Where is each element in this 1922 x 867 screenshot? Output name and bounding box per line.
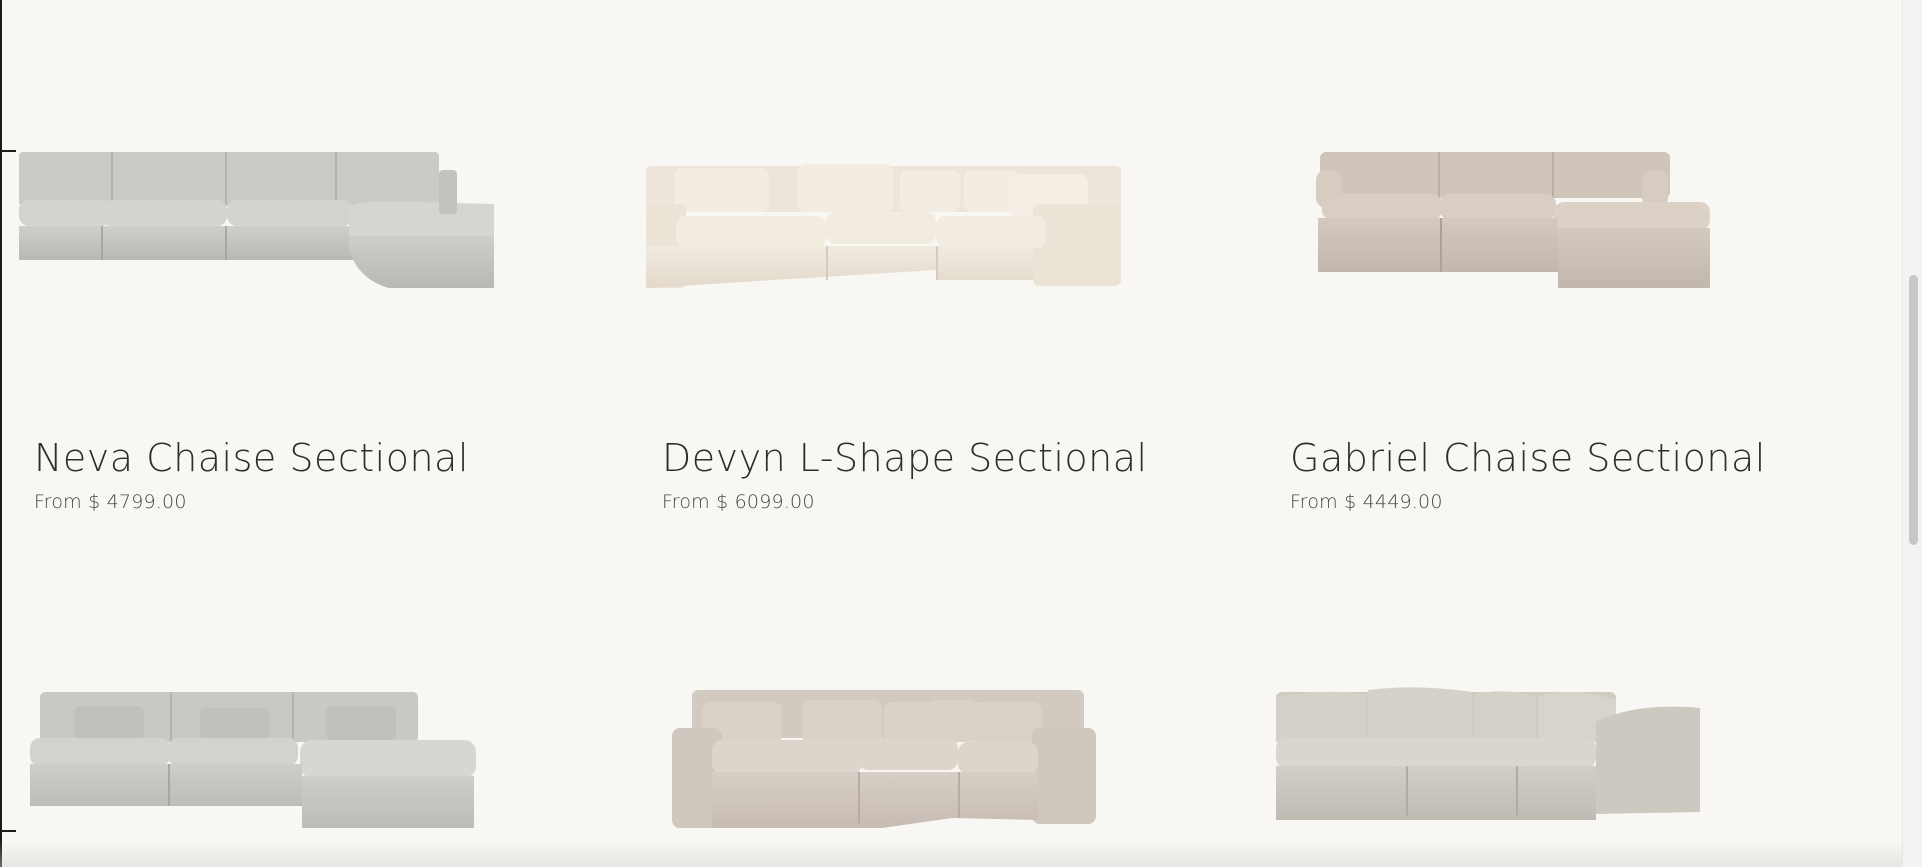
sofa-image — [19, 152, 494, 288]
product-image-devyn[interactable] — [646, 160, 1121, 290]
left-edge-tick — [0, 830, 16, 832]
product-title[interactable]: Devyn L-Shape Sectional — [662, 436, 1148, 480]
product-price: From $ 6099.00 — [662, 491, 815, 513]
sofa-image — [30, 692, 476, 828]
product-image-row2-1[interactable] — [30, 690, 480, 830]
product-title[interactable]: Gabriel Chaise Sectional — [1290, 436, 1766, 480]
product-title[interactable]: Neva Chaise Sectional — [34, 436, 469, 480]
product-price: From $ 4449.00 — [1290, 491, 1443, 513]
product-image-neva[interactable] — [19, 150, 494, 290]
left-edge-rule — [0, 0, 2, 867]
bottom-fade — [0, 840, 1903, 867]
vertical-scrollbar[interactable] — [1902, 0, 1922, 867]
product-grid-page: Neva Chaise Sectional From $ 4799.00 Dev… — [0, 0, 1922, 867]
scrollbar-thumb[interactable] — [1909, 275, 1918, 545]
product-image-row2-2[interactable] — [672, 688, 1096, 830]
sofa-image — [1316, 152, 1710, 288]
left-edge-tick — [0, 150, 16, 152]
product-image-row2-3[interactable] — [1276, 682, 1700, 822]
sofa-image — [672, 690, 1096, 828]
sofa-image — [646, 164, 1121, 288]
product-price: From $ 4799.00 — [34, 491, 187, 513]
product-image-gabriel[interactable] — [1312, 150, 1712, 290]
sofa-image — [1276, 687, 1700, 820]
